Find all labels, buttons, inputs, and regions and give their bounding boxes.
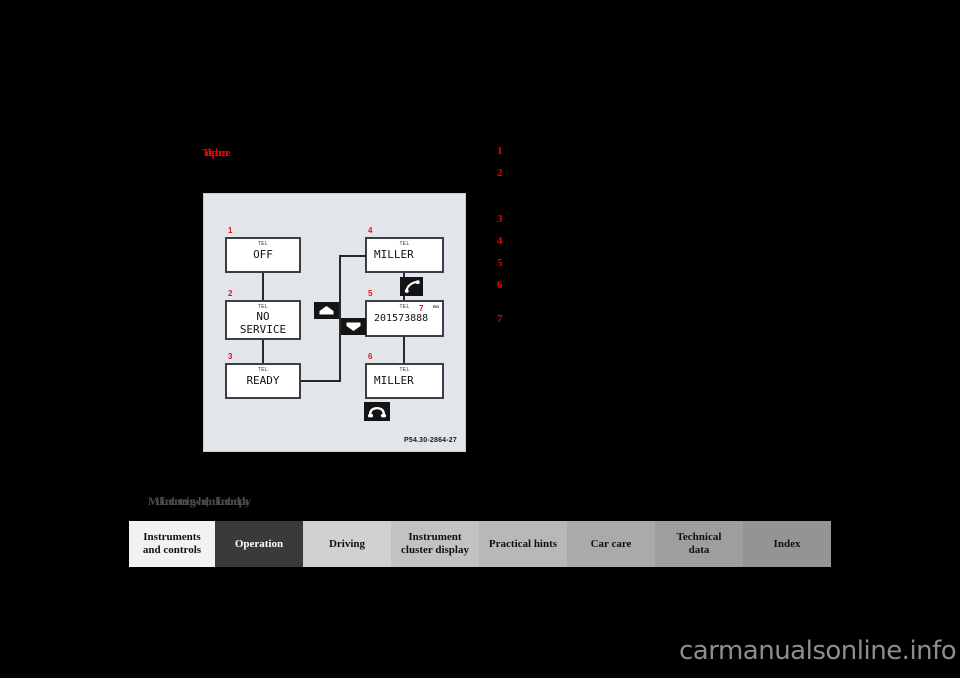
callout-7: 7	[419, 305, 423, 313]
nav-tab-car-care[interactable]: Car care	[567, 521, 655, 567]
callout-1: 1	[228, 227, 232, 235]
connector-2-3	[262, 340, 264, 363]
scroll-up-icon	[318, 305, 335, 316]
connector-1-2	[262, 273, 264, 300]
display-text: OFF	[227, 249, 299, 261]
display-header-label: TEL	[367, 241, 442, 247]
roaming-indicator: RO	[433, 304, 439, 309]
display-header-label: TEL	[367, 367, 442, 373]
list-marker-6: 6	[497, 280, 503, 291]
call-end-button[interactable]	[364, 402, 390, 421]
connector-hub-4	[339, 255, 366, 257]
nav-tab-operation[interactable]: Operation	[215, 521, 303, 567]
manual-page: Telephone 1 2 3 4 5 6 7 1 TEL OFF 2 TEL NO SER…	[0, 0, 960, 678]
display-box-ready: TEL READY	[225, 363, 301, 399]
display-header-label: TEL	[227, 241, 299, 247]
display-text-line1: NO	[227, 311, 299, 323]
display-box-caller-miller: TEL MILLER	[365, 237, 444, 273]
call-accept-button[interactable]	[400, 277, 423, 296]
display-box-call-ended-miller: TEL MILLER	[365, 363, 444, 399]
display-box-no-service: TEL NO SERVICE	[225, 300, 301, 340]
display-header-label: TEL	[367, 304, 442, 310]
display-header-label: TEL	[227, 367, 299, 373]
nav-tab-instruments-and-controls[interactable]: Instruments and controls	[129, 521, 215, 567]
display-box-off: TEL OFF	[225, 237, 301, 273]
display-text: MILLER	[367, 249, 442, 261]
page-title: Telephone	[202, 147, 228, 159]
telephone-state-diagram: 1 TEL OFF 2 TEL NO SERVICE 3 TEL READY 4…	[203, 193, 466, 452]
connector-3-hub	[301, 380, 341, 382]
phone-handset-icon	[403, 279, 421, 294]
scroll-up-button[interactable]	[314, 302, 339, 319]
nav-tab-technical-data[interactable]: Technical data	[655, 521, 743, 567]
list-marker-3: 3	[497, 214, 503, 225]
nav-tab-practical-hints[interactable]: Practical hints	[479, 521, 567, 567]
list-marker-4: 4	[497, 236, 503, 247]
callout-4: 4	[368, 227, 372, 235]
display-box-phone-number: TEL RO 201573888 7	[365, 300, 444, 337]
nav-tab-index[interactable]: Index	[743, 521, 831, 567]
list-marker-2: 2	[497, 168, 503, 179]
nav-tab-driving[interactable]: Driving	[303, 521, 391, 567]
subsection-title: Multifunction steering wheel, multifunct…	[148, 494, 248, 509]
display-text: MILLER	[367, 375, 442, 387]
display-text: 201573888	[367, 313, 442, 325]
nav-tab-instrument-cluster-display[interactable]: Instrument cluster display	[391, 521, 479, 567]
display-text-line2: SERVICE	[227, 324, 299, 336]
connector-5-6	[403, 337, 405, 363]
list-marker-1: 1	[497, 146, 503, 157]
site-watermark: carmanualsonline.info	[679, 636, 956, 666]
callout-3: 3	[228, 353, 232, 361]
list-marker-5: 5	[497, 258, 503, 269]
chapter-navigation: Instruments and controlsOperationDriving…	[129, 521, 831, 567]
callout-2: 2	[228, 290, 232, 298]
list-marker-7: 7	[497, 314, 503, 325]
callout-5: 5	[368, 290, 372, 298]
figure-caption: P54.30-2864-27	[404, 437, 457, 444]
scroll-down-icon	[345, 321, 362, 332]
display-text: READY	[227, 375, 299, 387]
scroll-down-button[interactable]	[341, 318, 366, 335]
callout-6: 6	[368, 353, 372, 361]
phone-hangup-icon	[367, 405, 387, 419]
